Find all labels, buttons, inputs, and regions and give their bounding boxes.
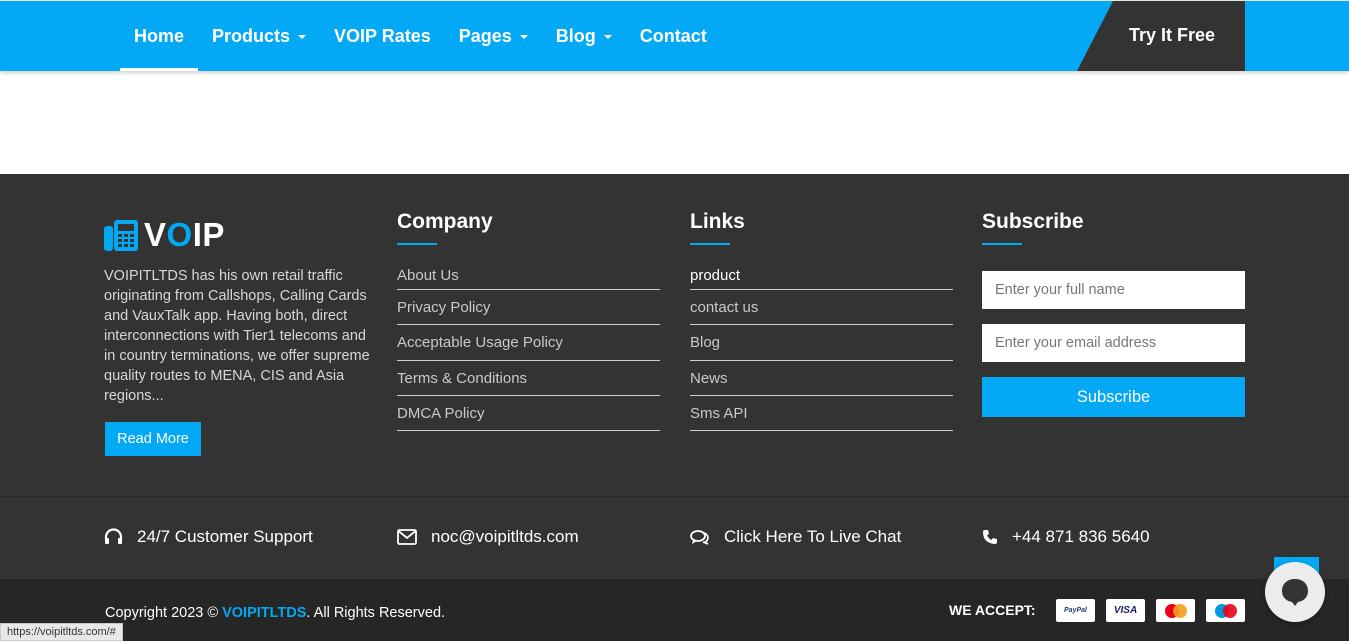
phone-icon	[983, 530, 997, 544]
support-item[interactable]: 24/7 Customer Support	[104, 527, 313, 547]
brand-link[interactable]: VOIPITLTDS	[222, 605, 306, 621]
logo-letters-ip: IP	[192, 216, 225, 253]
link-news[interactable]: News	[690, 361, 953, 396]
copyright: Copyright 2023 © VOIPITLTDS. All Rights …	[105, 605, 445, 621]
paypal-card-label: PayPal	[1064, 607, 1087, 614]
nav-contact[interactable]: Contact	[626, 1, 721, 71]
logo-letter-v: V	[144, 216, 167, 253]
phone-logo-icon	[104, 220, 138, 251]
caret-down-icon	[603, 35, 612, 39]
visa-card-label: VISA	[1113, 605, 1138, 616]
links-column: Links product contact us Blog News Sms A…	[690, 210, 953, 432]
link-blog[interactable]: Blog	[690, 325, 953, 361]
support-text: 24/7 Customer Support	[137, 527, 313, 546]
nav-contact-label: Contact	[639, 25, 707, 46]
nav-voip-rates-label: VOIP Rates	[334, 25, 431, 46]
nav-blog[interactable]: Blog	[542, 1, 626, 71]
footer-logo[interactable]: VOIP	[104, 216, 225, 254]
full-name-input[interactable]	[982, 271, 1245, 309]
top-navbar: Home Products VOIP Rates Pages Blog Cont…	[0, 0, 1349, 71]
try-it-free-label: Try It Free	[1129, 25, 1216, 45]
copyright-prefix: Copyright 2023 ©	[105, 605, 219, 621]
links-heading: Links	[690, 210, 745, 233]
status-bar-url: https://voipitltds.com/#	[0, 623, 123, 641]
live-chat-text: Click Here To Live Chat	[724, 527, 902, 546]
copyright-suffix: . All Rights Reserved.	[306, 605, 446, 621]
caret-down-icon	[298, 35, 307, 39]
maestro-icon	[1206, 599, 1245, 622]
links-list: product contact us Blog News Sms API	[690, 266, 953, 432]
subscribe-button[interactable]: Subscribe	[982, 377, 1245, 417]
phone-item[interactable]: +44 871 836 5640	[982, 527, 1150, 547]
caret-down-icon	[519, 35, 528, 39]
company-column: Company About Us Privacy Policy Acceptab…	[397, 210, 660, 432]
read-more-button[interactable]: Read More	[105, 422, 201, 456]
live-chat-item[interactable]: Click Here To Live Chat	[690, 527, 901, 547]
link-contact-us[interactable]: contact us	[690, 290, 953, 326]
link-sms-api[interactable]: Sms API	[690, 396, 953, 432]
company-links: About Us Privacy Policy Acceptable Usage…	[397, 266, 660, 432]
mastercard-icon	[1156, 599, 1195, 622]
nav-menu: Home Products VOIP Rates Pages Blog Cont…	[120, 1, 721, 71]
nav-voip-rates[interactable]: VOIP Rates	[320, 1, 445, 71]
maestro-circles-icon	[1214, 603, 1237, 618]
link-acceptable-usage-policy[interactable]: Acceptable Usage Policy	[397, 325, 660, 361]
chat-widget-icon	[1282, 579, 1308, 606]
heading-underline	[982, 243, 1022, 245]
we-accept-label: WE ACCEPT:	[949, 602, 1036, 618]
nav-home-label: Home	[134, 25, 185, 46]
chat-widget-button[interactable]	[1265, 562, 1325, 622]
link-privacy-policy[interactable]: Privacy Policy	[397, 290, 660, 326]
link-terms-conditions[interactable]: Terms & Conditions	[397, 361, 660, 396]
nav-products[interactable]: Products	[198, 1, 320, 71]
paypal-card-icon: PayPal	[1056, 599, 1095, 622]
headset-icon	[104, 528, 123, 544]
footer: VOIP VOIPITLTDS has his own retail traff…	[0, 174, 1349, 497]
nav-blog-label: Blog	[555, 25, 596, 46]
try-it-free-button[interactable]: Try It Free	[1077, 1, 1245, 71]
subscribe-heading: Subscribe	[982, 210, 1084, 233]
link-about-us[interactable]: About Us	[397, 266, 660, 290]
nav-products-label: Products	[212, 25, 291, 46]
bottom-bar: Copyright 2023 © VOIPITLTDS. All Rights …	[0, 579, 1349, 641]
subscribe-column: Subscribe	[982, 210, 1245, 245]
heading-underline	[397, 243, 437, 245]
heading-underline	[690, 243, 730, 245]
contact-bar: 24/7 Customer Support noc@voipitltds.com…	[0, 496, 1349, 579]
envelope-icon	[397, 529, 417, 545]
chat-bubbles-icon	[690, 530, 709, 545]
phone-text: +44 871 836 5640	[1012, 527, 1150, 546]
link-dmca-policy[interactable]: DMCA Policy	[397, 396, 660, 432]
nav-home[interactable]: Home	[120, 1, 199, 71]
email-item[interactable]: noc@voipitltds.com	[397, 527, 579, 547]
nav-pages[interactable]: Pages	[445, 1, 542, 71]
logo-letter-o: O	[166, 216, 193, 253]
visa-card-icon: VISA	[1106, 599, 1145, 622]
email-input[interactable]	[982, 324, 1245, 362]
logo-text: VOIP	[144, 216, 225, 254]
link-product[interactable]: product	[690, 266, 953, 290]
mastercard-circles-icon	[1164, 603, 1187, 618]
company-heading: Company	[397, 210, 493, 233]
about-text: VOIPITLTDS has his own retail traffic or…	[104, 268, 370, 404]
nav-pages-label: Pages	[458, 25, 512, 46]
email-text: noc@voipitltds.com	[431, 527, 579, 546]
